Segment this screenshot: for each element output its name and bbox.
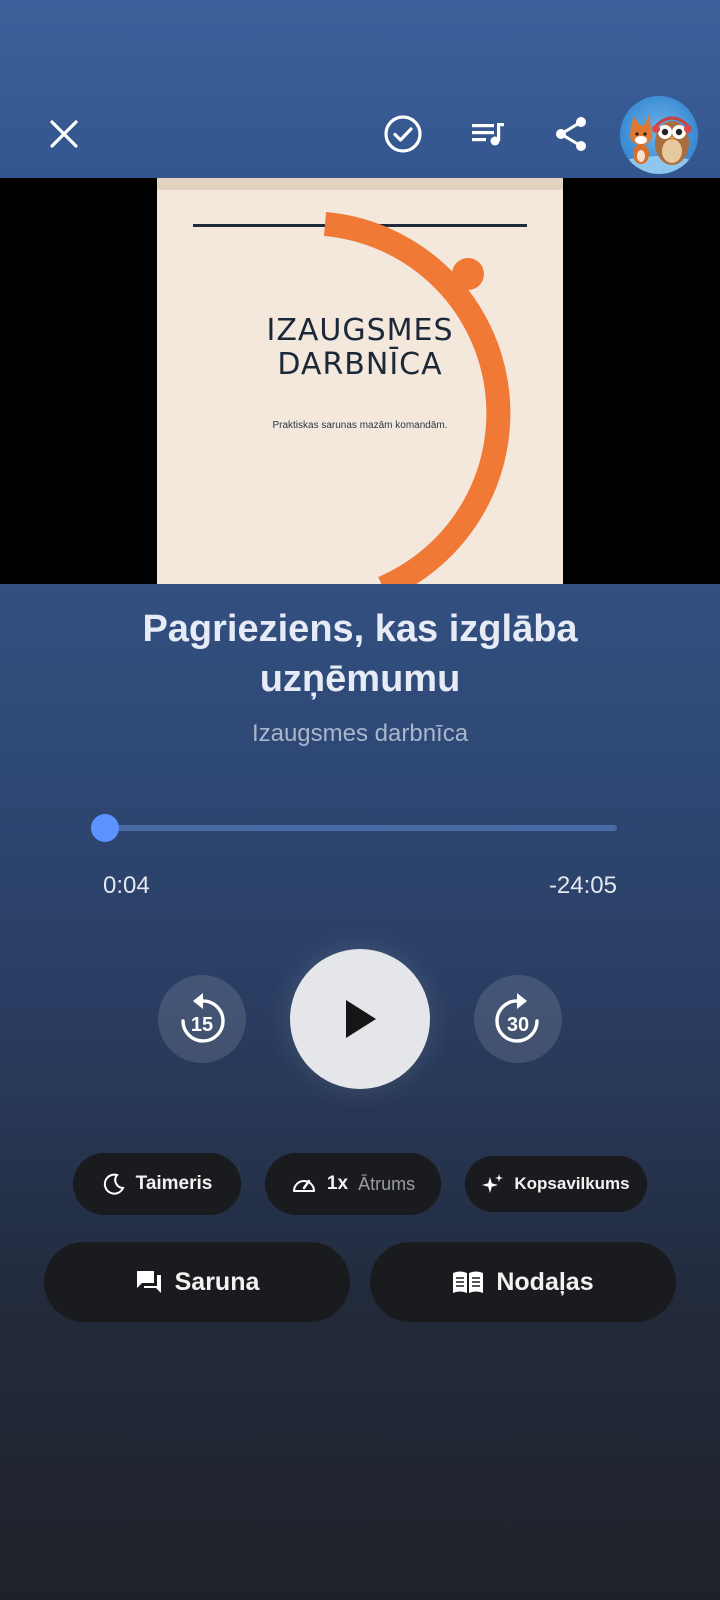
cover-subtitle: Praktiskas sarunas mazām komandām. xyxy=(272,420,448,431)
forward-button[interactable]: 30 xyxy=(474,975,562,1063)
mark-finished-button[interactable] xyxy=(373,104,433,164)
share-button[interactable] xyxy=(541,104,601,164)
speed-button[interactable]: 1x Ātrums xyxy=(265,1153,441,1215)
speedometer-icon xyxy=(292,1179,315,1192)
check-circle-icon xyxy=(384,115,422,153)
chat-icon xyxy=(136,1271,161,1293)
track-title: Pagrieziens, kas izglāba uzņēmumu xyxy=(142,608,578,700)
summary-button[interactable]: Kopsavilkums xyxy=(465,1156,647,1212)
rewind-15-icon: 15 xyxy=(181,993,225,1043)
play-icon xyxy=(346,1000,376,1038)
book-icon xyxy=(453,1271,484,1293)
progress-knob[interactable] xyxy=(90,814,119,842)
avatar-illustration xyxy=(620,115,698,174)
summary-label: Kopsavilkums xyxy=(514,1174,630,1193)
speed-value: 1x xyxy=(326,1173,349,1194)
chapters-button[interactable]: Nodaļas xyxy=(370,1242,676,1322)
sparkle-icon xyxy=(482,1174,504,1193)
sleep-timer-button[interactable]: Taimeris xyxy=(73,1153,241,1215)
track-author: Izaugsmes darbnīca xyxy=(251,720,469,747)
chat-button[interactable]: Saruna xyxy=(44,1242,350,1322)
timer-label: Taimeris xyxy=(135,1173,213,1194)
progress-bar[interactable] xyxy=(103,825,617,831)
moon-icon xyxy=(103,1173,125,1195)
close-icon xyxy=(50,120,78,148)
cover-title-line1: IZAUGSMES xyxy=(266,313,454,348)
share-icon xyxy=(556,117,586,151)
play-button[interactable] xyxy=(290,949,430,1089)
queue-button[interactable] xyxy=(458,104,518,164)
book-cover: IZAUGSMES DARBNĪCA Praktiskas sarunas ma… xyxy=(157,178,563,584)
rewind-seconds-label: 15 xyxy=(191,1014,213,1036)
remaining-time: -24:05 xyxy=(548,872,617,899)
chapters-label: Nodaļas xyxy=(496,1267,594,1296)
rewind-button[interactable]: 15 xyxy=(158,975,246,1063)
chat-label: Saruna xyxy=(174,1267,260,1296)
forward-30-icon: 30 xyxy=(495,993,539,1043)
playlist-icon xyxy=(472,123,504,146)
elapsed-time: 0:04 xyxy=(103,872,150,899)
forward-seconds-label: 30 xyxy=(507,1014,529,1036)
cover-title: IZAUGSMES DARBNĪCA xyxy=(157,314,563,382)
speed-label: Ātrums xyxy=(358,1173,416,1194)
close-button[interactable] xyxy=(34,104,94,164)
fox-and-owl-avatar[interactable] xyxy=(620,96,698,174)
top-bar xyxy=(0,0,720,178)
cover-title-line2: DARBNĪCA xyxy=(277,347,443,382)
